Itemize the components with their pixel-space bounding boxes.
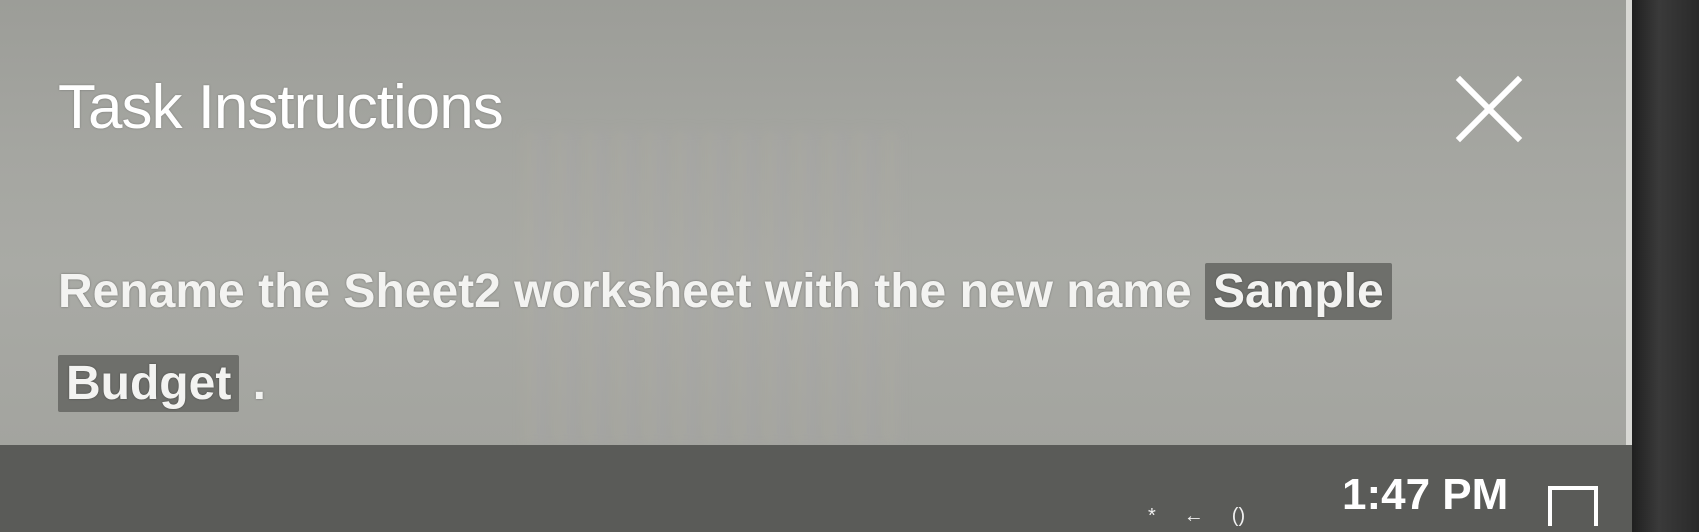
taskbar-clock[interactable]: 1:47 PM xyxy=(1342,470,1508,520)
instruction-suffix: . xyxy=(239,357,266,410)
highlighted-sheet-name-part-1: Sample xyxy=(1204,263,1392,320)
notification-button[interactable] xyxy=(1548,486,1598,526)
screen: Task Instructions Rename the Sheet2 work… xyxy=(0,0,1699,532)
system-tray: * ← () xyxy=(1148,505,1245,528)
task-instructions-panel: Task Instructions Rename the Sheet2 work… xyxy=(0,0,1632,445)
monitor-bezel xyxy=(1632,0,1699,532)
task-instruction-text: Rename the Sheet2 worksheet with the new… xyxy=(58,246,1578,430)
bluetooth-icon[interactable]: * xyxy=(1148,505,1156,528)
close-button[interactable] xyxy=(1452,72,1526,146)
instruction-prefix: Rename the Sheet2 worksheet with the new… xyxy=(58,265,1205,318)
highlighted-sheet-name-part-2: Budget xyxy=(58,355,240,412)
network-icon[interactable]: ← xyxy=(1184,505,1204,528)
volume-icon[interactable]: () xyxy=(1232,505,1245,528)
close-icon xyxy=(1455,75,1523,143)
panel-title: Task Instructions xyxy=(58,73,504,142)
